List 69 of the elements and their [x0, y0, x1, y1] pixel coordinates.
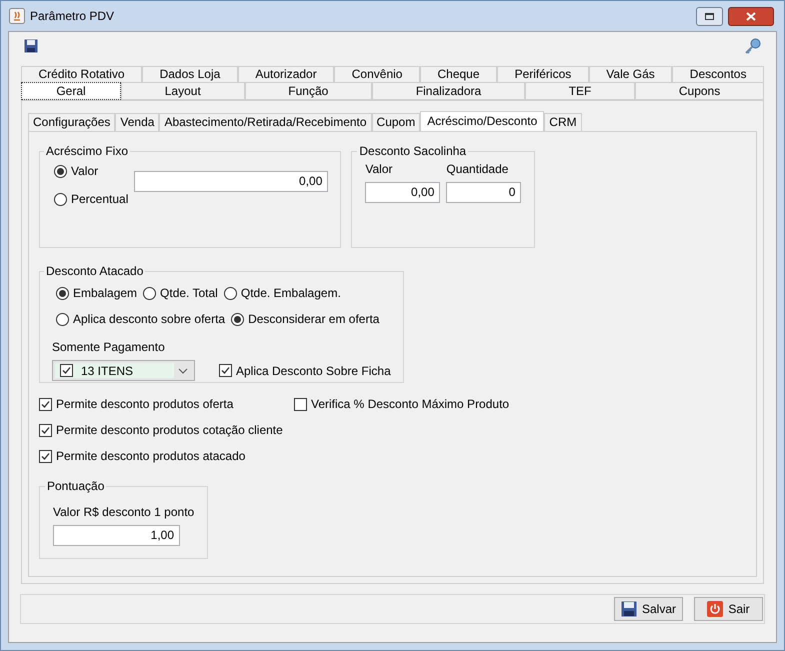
tab[interactable]: Venda [115, 113, 160, 131]
input-field[interactable]: 0,00 [134, 171, 328, 192]
checkbox-label: Permite desconto produtos oferta [56, 396, 234, 413]
tab[interactable]: Convênio [334, 66, 420, 82]
checkbox[interactable] [294, 398, 307, 410]
group-title: Pontuação [46, 478, 106, 495]
group-title: Desconto Sacolinha [358, 143, 468, 160]
close-icon [746, 12, 756, 20]
tab[interactable]: Dados Loja [142, 66, 238, 82]
checkbox-label: Permite desconto produtos cotação cliente [56, 422, 283, 439]
radio-button[interactable] [224, 286, 237, 300]
tab[interactable]: TEF [524, 82, 636, 100]
tab[interactable]: Geral [21, 82, 121, 100]
save-button[interactable]: Salvar [614, 597, 683, 621]
restore-button[interactable] [696, 6, 723, 26]
radio-label: Valor [71, 163, 98, 180]
tab[interactable]: Descontos [672, 66, 764, 82]
checkbox[interactable] [219, 364, 232, 377]
field-label: Quantidade [446, 161, 510, 178]
tab[interactable]: Layout [121, 82, 245, 100]
tab[interactable]: Crédito Rotativo [21, 66, 142, 82]
radio-button[interactable] [143, 286, 156, 300]
checkbox[interactable] [60, 364, 73, 377]
input-field[interactable]: 0 [446, 182, 522, 203]
tab[interactable]: Autorizador [238, 66, 334, 82]
field-label: Valor [365, 161, 394, 178]
radio-button[interactable] [56, 312, 69, 326]
tab[interactable]: Cheque [420, 66, 498, 82]
group-title: Desconto Atacado [45, 263, 144, 280]
tab[interactable]: Finalizadora [372, 82, 525, 100]
tab[interactable]: Cupons [635, 82, 764, 100]
tab[interactable]: Função [244, 82, 372, 100]
tab[interactable]: Configurações [28, 113, 116, 131]
field-label: Somente Pagamento [52, 339, 166, 356]
group-title: Acréscimo Fixo [45, 143, 130, 160]
radio-button[interactable] [54, 164, 67, 178]
save-icon[interactable] [24, 39, 38, 53]
radio-label: Embalagem [73, 285, 138, 302]
radio-button[interactable] [56, 286, 69, 300]
tab[interactable]: Vale Gás [588, 66, 672, 82]
close-button[interactable] [728, 6, 774, 26]
tab[interactable]: Abastecimento/Retirada/Recebimento [159, 113, 372, 131]
dropdown[interactable]: 13 ITENS [52, 360, 195, 381]
key-icon[interactable] [744, 38, 761, 54]
exit-button[interactable]: Sair [694, 597, 763, 621]
power-icon [707, 601, 724, 617]
dropdown-value: 13 ITENS [81, 362, 134, 380]
radio-button[interactable] [54, 192, 67, 206]
radio-label: Qtde. Total [160, 285, 218, 302]
checkbox-label: Aplica Desconto Sobre Ficha [236, 362, 391, 380]
checkbox[interactable] [39, 450, 52, 462]
tab[interactable]: Periféricos [497, 66, 589, 82]
radio-label: Desconsiderar em oferta [248, 311, 380, 328]
checkbox[interactable] [39, 424, 52, 436]
checkbox[interactable] [39, 398, 52, 410]
checkbox-label: Permite desconto produtos atacado [56, 448, 246, 465]
radio-button[interactable] [231, 312, 244, 326]
window-title: Parâmetro PDV [30, 8, 116, 25]
radio-label: Aplica desconto sobre oferta [73, 311, 226, 328]
tab[interactable]: Acréscimo/Desconto [420, 111, 544, 131]
radio-label: Qtde. Embalagem. [240, 285, 341, 302]
tab[interactable]: Cupom [372, 113, 420, 131]
field-label: Valor R$ desconto 1 ponto [53, 504, 194, 521]
checkbox-label: Verifica % Desconto Máximo Produto [311, 396, 510, 413]
tab[interactable]: CRM [544, 113, 582, 131]
input-field[interactable]: 0,00 [365, 182, 440, 203]
input-field[interactable]: 1,00 [53, 525, 180, 546]
radio-label: Percentual [71, 191, 128, 208]
app-icon [9, 8, 25, 24]
